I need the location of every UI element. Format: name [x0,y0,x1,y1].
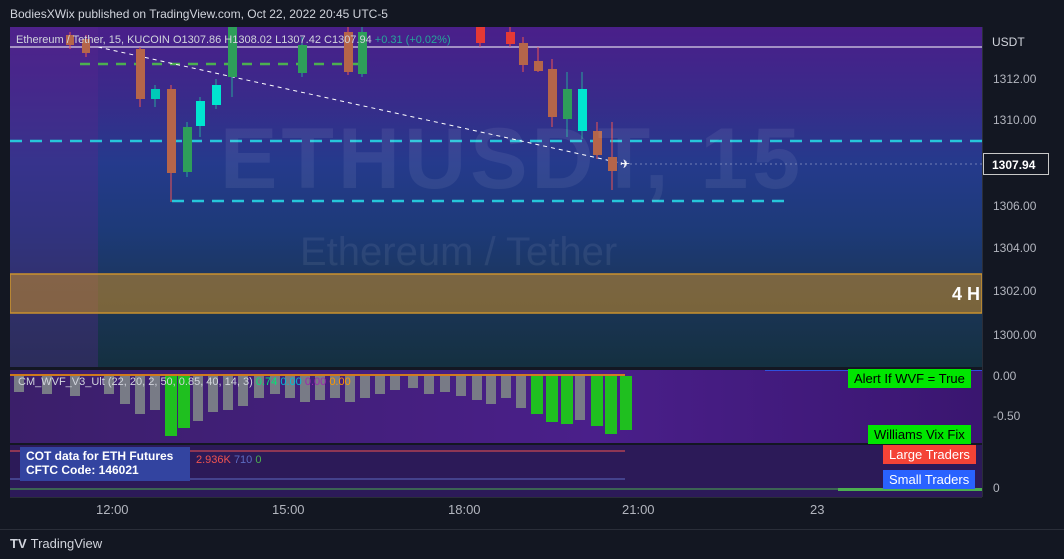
large-traders-label: Large Traders [883,445,976,464]
price-tick: 1300.00 [993,328,1037,342]
last-price-badge: 1307.94 [983,153,1049,175]
wvf-name: CM_WVF_V3_Ult (22, 20, 2, 50, 0.85, 40, … [18,376,253,388]
price-axis[interactable]: 1312.00 1310.00 1306.00 1304.00 1302.00 … [982,27,1064,497]
alert-wvf-label: Alert If WVF = True [848,369,971,388]
time-tick: 12:00 [96,502,129,517]
time-tick: 23 [810,502,825,517]
price-tick: 1310.00 [993,113,1037,127]
wvf-value-4: 0.00 [329,376,351,388]
tradingview-brand[interactable]: TV TradingView [10,536,102,551]
price-tick: 1312.00 [993,72,1037,86]
cot-value-1: 2.936K [196,454,231,466]
time-tick: 21:00 [622,502,655,517]
wvf-tick: 0.00 [993,369,1017,383]
ohlc-values: O1307.86 H1308.02 L1307.42 C1307.94 [172,34,372,46]
time-tick: 18:00 [448,502,481,517]
wvf-value-2: 0.00 [280,376,302,388]
wvf-legend[interactable]: CM_WVF_V3_Ult (22, 20, 2, 50, 0.85, 40, … [18,376,351,388]
symbol-legend[interactable]: Ethereum / Tether, 15, KUCOIN O1307.86 H… [16,34,451,46]
small-traders-label: Small Traders [883,470,976,489]
publish-header: BodiesXWix published on TradingView.com,… [0,0,1064,27]
cot-title-box: COT data for ETH Futures CFTC Code: 1460… [20,447,190,481]
watermark-name: Ethereum / Tether [300,230,618,274]
wvf-value-1: 0.74 [255,376,278,388]
wvf-value-3: 0.00 [304,376,327,388]
currency-label: USDT [992,35,1025,49]
cot-value-2: 710 [233,454,253,466]
cot-title-line2: CFTC Code: 146021 [26,463,139,477]
brand-name: TradingView [30,536,103,551]
symbol-name: Ethereum / Tether, 15, KUCOIN [16,34,170,46]
price-tick: 1304.00 [993,241,1037,255]
timeframe-4h-label: 4 H [952,284,981,304]
publish-info: BodiesXWix published on TradingView.com,… [10,7,388,21]
price-tick: 1302.00 [993,284,1037,298]
wvf-tick: -0.50 [993,409,1021,423]
price-tick: 1306.00 [993,199,1037,213]
watermark-ticker: ETHUSDT, 15 [220,111,805,207]
price-change: +0.31 (+0.02%) [374,34,451,46]
cot-title-line1: COT data for ETH Futures [26,449,174,463]
tradingview-logo-icon: TV [10,536,27,551]
footer-bar: TV TradingView [0,529,1064,559]
4h-supply-zone [10,273,982,314]
cot-tick: 0 [993,481,1000,495]
cot-legend-values: 2.936K 710 0 [196,454,261,466]
cot-value-3: 0 [255,454,262,466]
time-tick: 15:00 [272,502,305,517]
williams-vix-fix-label: Williams Vix Fix [868,425,971,444]
time-axis[interactable]: 12:00 15:00 18:00 21:00 23 [10,497,982,527]
